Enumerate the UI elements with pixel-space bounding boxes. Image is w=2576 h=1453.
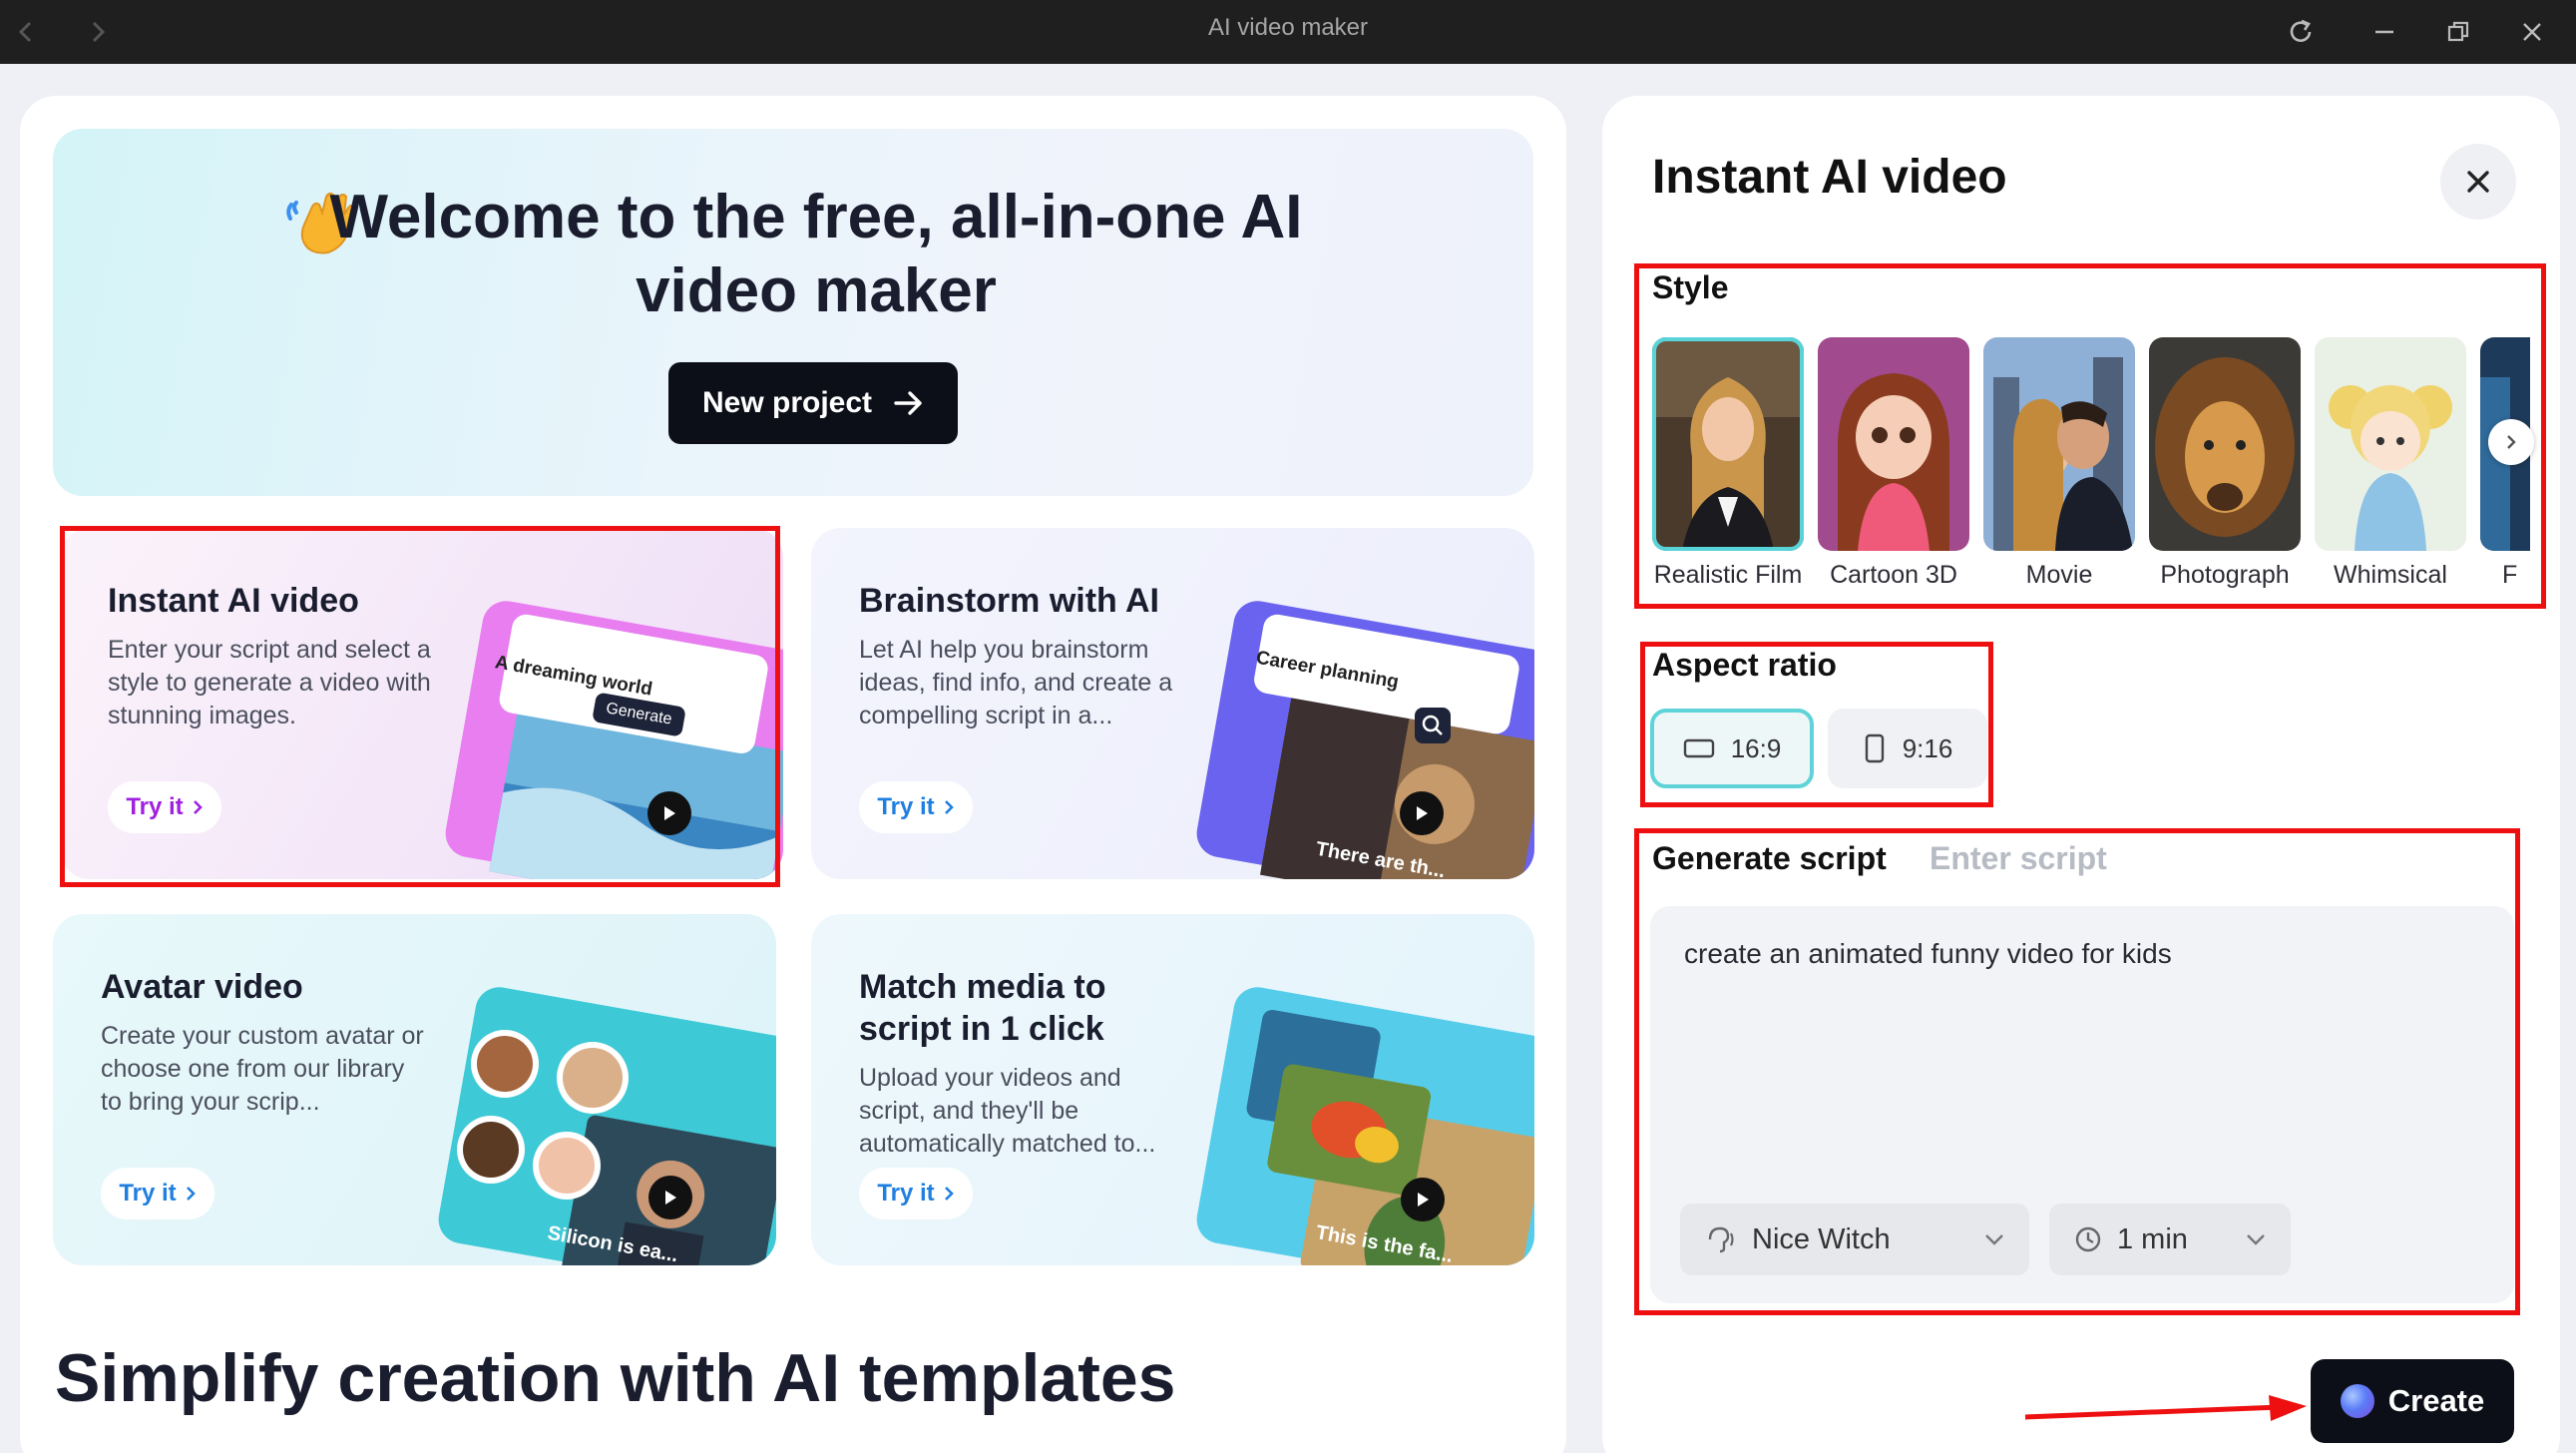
minimize-icon[interactable] bbox=[2361, 8, 2408, 56]
card-description: Create your custom avatar or choose one … bbox=[101, 1022, 424, 1116]
style-name: Whimsical bbox=[2334, 561, 2447, 589]
card-avatar-video[interactable]: Avatar video Create your custom avatar o… bbox=[53, 914, 776, 1265]
refresh-icon[interactable] bbox=[2277, 8, 2325, 56]
aspect-ratio-label: Aspect ratio bbox=[1652, 647, 1837, 683]
annotation-arrow bbox=[2024, 1395, 2307, 1421]
play-icon bbox=[647, 791, 691, 835]
style-next-button[interactable] bbox=[2488, 419, 2534, 465]
card-title: Brainstorm with AI bbox=[859, 582, 1159, 620]
instant-video-panel: Instant AI video Style Realistic Film Ca… bbox=[1602, 96, 2560, 1453]
script-input-area[interactable]: create an animated funny video for kids … bbox=[1650, 906, 2514, 1303]
templates-section-title: Simplify creation with AI templates bbox=[55, 1340, 1176, 1416]
tab-generate-script[interactable]: Generate script bbox=[1652, 840, 1887, 877]
brainstorm-illustration: Career planning There are th... bbox=[1175, 600, 1534, 879]
ai-orb-icon bbox=[2340, 1384, 2374, 1418]
style-name: Movie bbox=[2025, 561, 2093, 589]
new-project-button[interactable]: New project bbox=[668, 362, 958, 444]
create-label: Create bbox=[2387, 1383, 2485, 1418]
new-project-label: New project bbox=[701, 386, 873, 419]
chevron-right-icon bbox=[2507, 435, 2516, 449]
try-it-label: Try it bbox=[126, 793, 184, 820]
style-thumbnail bbox=[1818, 337, 1969, 551]
aspect-ratio-16-9[interactable]: 16:9 bbox=[1650, 709, 1814, 788]
try-it-label: Try it bbox=[877, 793, 935, 820]
style-name: F bbox=[2502, 561, 2518, 589]
play-icon bbox=[1400, 791, 1444, 835]
aspect-ratio-label-16-9: 16:9 bbox=[1730, 732, 1782, 763]
duration-value: 1 min bbox=[2117, 1222, 2188, 1255]
style-option-cartoon-3d[interactable]: Cartoon 3D bbox=[1818, 337, 1969, 590]
try-it-button[interactable]: Try it bbox=[859, 781, 973, 833]
home-panel: Welcome to the free, all-in-one AI video… bbox=[20, 96, 1566, 1453]
tab-enter-script[interactable]: Enter script bbox=[1930, 840, 2107, 877]
style-label: Style bbox=[1652, 269, 1729, 305]
try-it-button[interactable]: Try it bbox=[108, 781, 221, 833]
voice-dropdown[interactable]: Nice Witch bbox=[1680, 1204, 2029, 1275]
style-name: Realistic Film bbox=[1653, 561, 1803, 589]
chevron-down-icon bbox=[2247, 1234, 2265, 1245]
match-media-illustration: This is the fa... bbox=[1175, 986, 1534, 1265]
style-thumbnail bbox=[2149, 337, 2301, 551]
play-icon bbox=[648, 1176, 692, 1219]
style-option-realistic-film[interactable]: Realistic Film bbox=[1652, 337, 1804, 590]
landscape-icon bbox=[1683, 738, 1714, 758]
try-it-label: Try it bbox=[877, 1180, 935, 1207]
style-option-whimsical[interactable]: Whimsical bbox=[2315, 337, 2466, 590]
style-thumbnail bbox=[1983, 337, 2135, 551]
card-instant-ai-video[interactable]: Instant AI video Enter your script and s… bbox=[60, 528, 783, 879]
title-bar: AI video maker bbox=[0, 0, 2576, 64]
aspect-ratio-label-9-16: 9:16 bbox=[1902, 732, 1953, 763]
restore-icon[interactable] bbox=[2434, 8, 2482, 56]
close-icon bbox=[2467, 171, 2489, 193]
style-name: Cartoon 3D bbox=[1830, 561, 1957, 589]
chevron-right-icon bbox=[186, 1187, 196, 1201]
search-icon bbox=[1415, 708, 1451, 743]
voice-icon bbox=[1708, 1226, 1734, 1253]
chevron-right-icon bbox=[944, 800, 954, 814]
card-title: Avatar video bbox=[101, 968, 303, 1006]
style-thumbnail bbox=[2315, 337, 2466, 551]
welcome-banner: Welcome to the free, all-in-one AI video… bbox=[53, 129, 1533, 496]
aspect-ratio-9-16[interactable]: 9:16 bbox=[1828, 709, 1987, 788]
chevron-right-icon bbox=[944, 1187, 954, 1201]
duration-dropdown[interactable]: 1 min bbox=[2049, 1204, 2291, 1275]
chevron-down-icon bbox=[1985, 1234, 2003, 1245]
card-description: Upload your videos and script, and they'… bbox=[859, 1064, 1156, 1158]
style-name: Photograph bbox=[2160, 561, 2290, 589]
card-match-media[interactable]: Match media to script in 1 click Upload … bbox=[811, 914, 1534, 1265]
card-title: Instant AI video bbox=[108, 582, 359, 620]
style-thumbnail bbox=[1652, 337, 1804, 551]
card-description: Let AI help you brainstorm ideas, find i… bbox=[859, 636, 1173, 729]
card-brainstorm-with-ai[interactable]: Brainstorm with AI Let AI help you brain… bbox=[811, 528, 1534, 879]
try-it-button[interactable]: Try it bbox=[859, 1168, 973, 1219]
play-icon bbox=[1401, 1178, 1445, 1221]
panel-title: Instant AI video bbox=[1652, 151, 2007, 204]
create-button[interactable]: Create bbox=[2311, 1359, 2514, 1443]
instant-video-illustration: A dreaming world Generate bbox=[424, 600, 783, 879]
window-title: AI video maker bbox=[1207, 14, 1369, 41]
card-description: Enter your script and select a style to … bbox=[108, 636, 431, 729]
try-it-button[interactable]: Try it bbox=[101, 1168, 215, 1219]
try-it-label: Try it bbox=[119, 1180, 177, 1207]
style-option-photograph[interactable]: Photograph bbox=[2149, 337, 2301, 590]
script-input[interactable]: create an animated funny video for kids bbox=[1684, 938, 2172, 970]
style-option-movie[interactable]: Movie bbox=[1983, 337, 2135, 590]
avatar-illustration: Silicon is ea... bbox=[417, 986, 776, 1265]
close-window-icon[interactable] bbox=[2508, 8, 2556, 56]
card-title: Match media to script in 1 click bbox=[859, 968, 1106, 1048]
clock-icon bbox=[2075, 1226, 2101, 1252]
chevron-right-icon bbox=[193, 800, 203, 814]
arrow-right-icon bbox=[894, 391, 922, 415]
voice-value: Nice Witch bbox=[1752, 1222, 1891, 1255]
welcome-title: Welcome to the free, all-in-one AI video… bbox=[329, 183, 1303, 325]
style-carousel: Realistic Film Cartoon 3D Movie Photogra… bbox=[1652, 337, 2530, 597]
close-panel-button[interactable] bbox=[2440, 144, 2516, 220]
portrait-icon bbox=[1865, 733, 1884, 763]
